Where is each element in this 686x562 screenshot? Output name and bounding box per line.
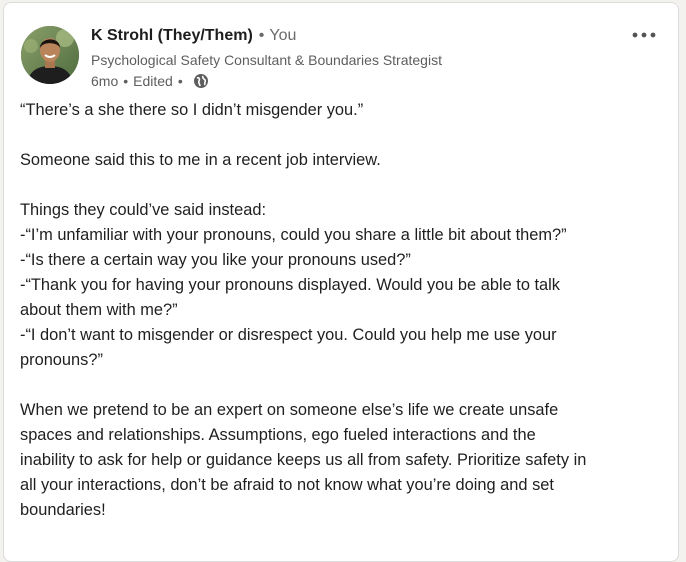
post-text: “There’s a she there so I didn’t misgend… (20, 98, 670, 523)
post-meta: 6mo • Edited • (91, 71, 442, 91)
you-label: You (269, 27, 297, 44)
post-time[interactable]: 6mo (91, 73, 118, 89)
ellipsis-icon (632, 32, 656, 38)
paragraph-line: -“I’m unfamiliar with your pronouns, cou… (20, 226, 567, 244)
paragraph-line: “There’s a she there so I didn’t misgend… (20, 101, 364, 119)
paragraph-line: Things they could’ve said instead: (20, 201, 267, 219)
post-card: K Strohl (They/Them) • You Psychological… (3, 2, 679, 562)
separator-dot: • (177, 73, 183, 89)
paragraph-line: spaces and relationships. Assumptions, e… (20, 426, 536, 444)
edited-label: Edited (133, 73, 173, 89)
paragraph-line: all your interactions, don’t be afraid t… (20, 476, 554, 494)
paragraph-line: -“Is there a certain way you like your p… (20, 251, 411, 269)
post-header: K Strohl (They/Them) • You Psychological… (91, 27, 442, 91)
author-name[interactable]: K Strohl (They/Them) (91, 27, 253, 45)
paragraph-line: Someone said this to me in a recent job … (20, 151, 381, 169)
author-row: K Strohl (They/Them) • You (91, 27, 442, 49)
globe-icon (193, 73, 209, 89)
paragraph-line: -“I don’t want to misgender or disrespec… (20, 326, 557, 344)
paragraph-line: pronouns?” (20, 351, 103, 369)
author-headline: Psychological Safety Consultant & Bounda… (91, 52, 442, 68)
avatar[interactable] (21, 26, 79, 84)
paragraph-line: about them with me?” (20, 301, 178, 319)
paragraph-line: -“Thank you for having your pronouns dis… (20, 276, 560, 294)
separator-dot: • (258, 27, 265, 44)
paragraph-line: inability to ask for help or guidance ke… (20, 451, 587, 469)
avatar-photo (21, 26, 79, 84)
separator-dot: • (123, 73, 129, 89)
paragraph-line: When we pretend to be an expert on someo… (20, 401, 559, 419)
more-options-button[interactable] (630, 26, 658, 44)
paragraph-line: boundaries! (20, 501, 106, 519)
